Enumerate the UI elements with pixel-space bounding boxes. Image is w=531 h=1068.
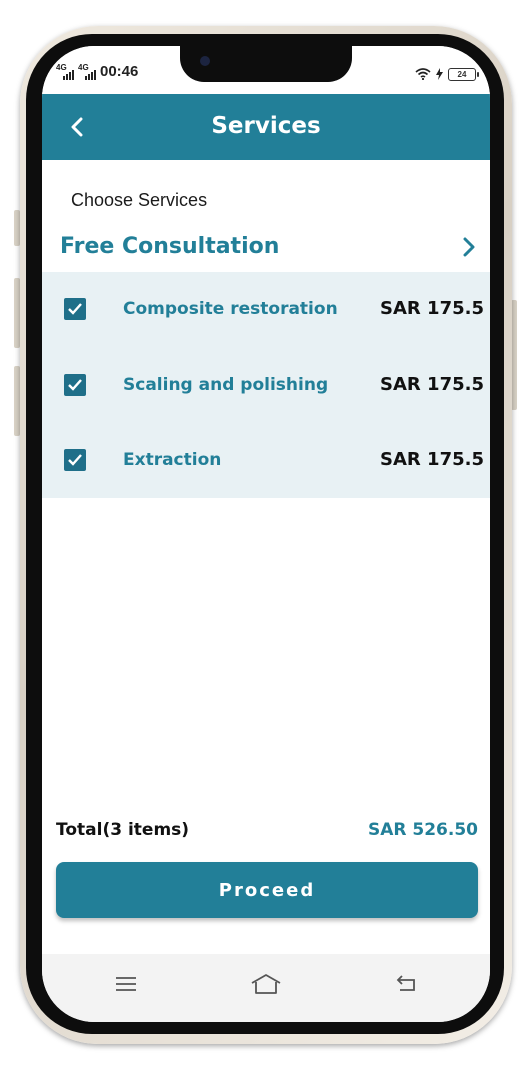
check-icon (68, 454, 82, 466)
home-button[interactable] (248, 970, 284, 998)
service-name: Extraction (123, 450, 222, 470)
proceed-button[interactable]: Proceed (56, 862, 478, 918)
signal-icon: 4G (56, 63, 74, 80)
service-item: Extraction SAR 175.5 (42, 435, 490, 485)
service-checkbox[interactable] (64, 298, 86, 320)
free-consultation-label: Free Consultation (60, 234, 280, 259)
system-nav-bar (42, 954, 490, 1022)
battery-icon: 24 (448, 68, 479, 81)
menu-icon (116, 977, 136, 991)
section-label: Choose Services (71, 190, 208, 210)
status-time: 00:46 (100, 63, 139, 80)
home-icon (251, 974, 281, 994)
total-label: Total(3 items) (56, 820, 190, 840)
back-nav-button[interactable] (388, 970, 424, 998)
service-checkbox[interactable] (64, 374, 86, 396)
signal-icon: 4G (78, 63, 96, 80)
camera-icon (200, 56, 210, 66)
services-list: Composite restoration SAR 175.5 Scaling … (42, 272, 490, 498)
charging-icon (436, 65, 443, 84)
check-icon (68, 303, 82, 315)
chevron-right-icon (463, 237, 475, 257)
page-title: Services (211, 113, 321, 139)
total-value: SAR 526.50 (367, 820, 478, 840)
screen: 4G 4G 00:46 24 Services Choose Services … (42, 46, 490, 1022)
app-header: Services (42, 94, 490, 160)
wifi-icon (415, 65, 431, 84)
service-item: Scaling and polishing SAR 175.5 (42, 360, 490, 410)
service-name: Composite restoration (123, 299, 338, 319)
service-checkbox[interactable] (64, 449, 86, 471)
service-price: SAR 175.5 (380, 298, 484, 319)
notch (180, 46, 352, 82)
service-item: Composite restoration SAR 175.5 (42, 284, 490, 334)
back-icon (396, 975, 415, 991)
phone-mockup: 4G 4G 00:46 24 Services Choose Services … (0, 0, 531, 1068)
service-price: SAR 175.5 (380, 374, 484, 395)
free-consultation-row[interactable]: Free Consultation (42, 226, 490, 270)
menu-button[interactable] (108, 970, 144, 998)
service-price: SAR 175.5 (380, 449, 484, 470)
service-name: Scaling and polishing (123, 375, 329, 395)
check-icon (68, 379, 82, 391)
